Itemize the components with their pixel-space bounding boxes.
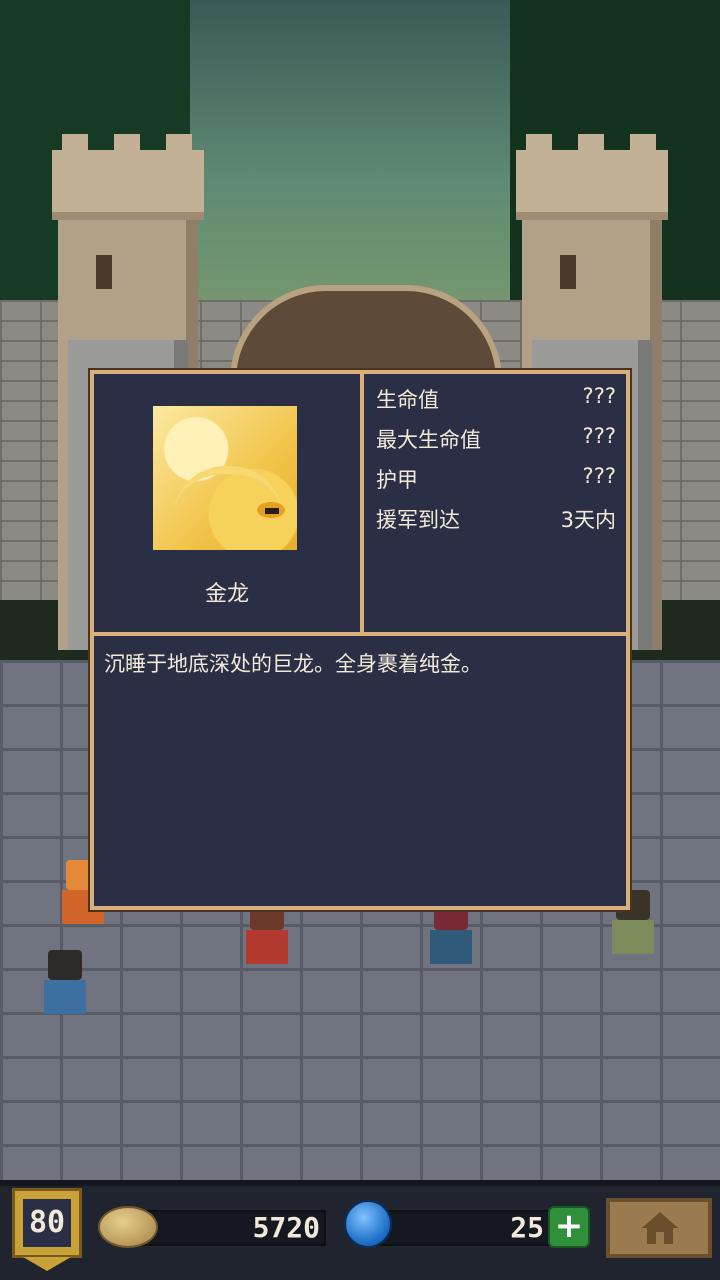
gem-icon <box>344 1200 392 1248</box>
shield-badge-icon[interactable]: 80 <box>12 1188 82 1271</box>
stat-row-reinforcements: 援军到达 3天内 <box>376 504 616 540</box>
stat-label: 最大生命值 <box>376 428 481 452</box>
stat-value: ??? <box>582 384 616 408</box>
hero-mage[interactable] <box>424 900 478 970</box>
stat-label: 援军到达 <box>376 508 460 532</box>
stat-value: ??? <box>582 464 616 488</box>
stat-row-max-hp: 最大生命值 ??? <box>376 424 616 460</box>
stat-row-hp: 生命值 ??? <box>376 384 616 420</box>
gem-count: 25 <box>510 1211 544 1244</box>
stat-label: 生命值 <box>376 388 439 412</box>
portrait-cell: 金龙 <box>94 374 364 636</box>
golden-dragon-portrait-icon <box>153 406 297 550</box>
stat-label: 护甲 <box>376 468 418 492</box>
unit-name: 金龙 <box>204 582 249 607</box>
coin-icon <box>98 1206 158 1248</box>
stat-value: ??? <box>582 424 616 448</box>
bottom-hud: 80 5720 25 + <box>0 1180 720 1280</box>
level-value: 80 <box>23 1199 71 1247</box>
stats-cell: 生命值 ??? 最大生命值 ??? 护甲 ??? 援军到达 3天内 <box>364 374 626 636</box>
home-button[interactable] <box>606 1198 712 1258</box>
stat-row-armor: 护甲 ??? <box>376 464 616 500</box>
hero-red[interactable] <box>240 900 294 970</box>
coin-count: 5720 <box>252 1211 320 1244</box>
stat-value: 3天内 <box>560 508 616 532</box>
unit-description: 沉睡于地底深处的巨龙。全身裹着纯金。 <box>104 652 482 676</box>
unit-info-panel[interactable]: 金龙 生命值 ??? 最大生命值 ??? 护甲 ??? 援军到达 3天内 沉睡于… <box>90 370 630 910</box>
hero-blue[interactable] <box>38 950 92 1020</box>
add-gems-button[interactable]: + <box>548 1206 590 1248</box>
home-icon <box>642 1212 678 1244</box>
